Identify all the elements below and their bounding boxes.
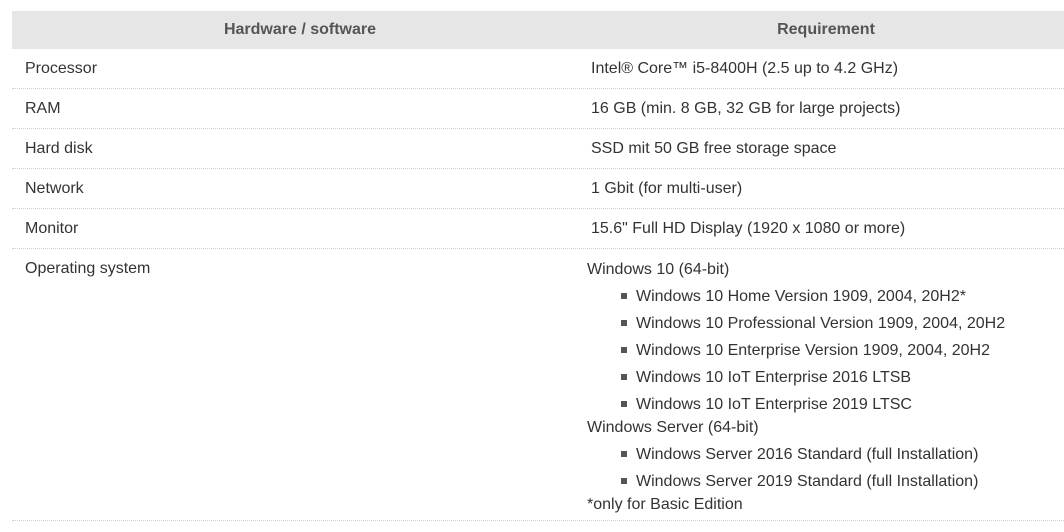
list-item: Windows 10 IoT Enterprise 2016 LTSB [621,364,1064,391]
square-bullet-icon [621,401,627,407]
row-label: Hard disk [25,139,93,157]
list-item: Windows Server 2019 Standard (full Insta… [621,468,1064,495]
list-item: Windows 10 Enterprise Version 1909, 2004… [621,337,1064,364]
square-bullet-icon [621,374,627,380]
header-requirement: Requirement [777,21,875,38]
os-requirements: Windows 10 (64-bit) Windows 10 Home Vers… [587,249,1064,520]
list-item-text: Windows Server 2016 Standard (full Insta… [636,446,979,463]
windows-server-list: Windows Server 2016 Standard (full Insta… [587,441,1064,495]
row-value: Intel® Core™ i5-8400H (2.5 up to 4.2 GHz… [591,59,899,77]
footnote: *only for Basic Edition [587,496,743,513]
header-hardware-software: Hardware / software [223,21,377,38]
square-bullet-icon [621,347,627,353]
list-item-text: Windows 10 Enterprise Version 1909, 2004… [636,342,990,359]
requirements-table: Hardware / software Requirement Processo… [12,11,1064,521]
square-bullet-icon [621,320,627,326]
table-row-network: Network 1 Gbit (for multi-user) [12,169,1064,209]
list-item: Windows Server 2016 Standard (full Insta… [621,441,1064,468]
table-row-hard-disk: Hard disk SSD mit 50 GB free storage spa… [12,129,1064,169]
table-header: Hardware / software Requirement [12,11,1064,49]
list-item-text: Windows 10 Professional Version 1909, 20… [636,315,1006,332]
row-label: Processor [25,59,98,77]
list-item-text: Windows 10 IoT Enterprise 2016 LTSB [636,369,912,386]
square-bullet-icon [621,451,627,457]
row-value: 16 GB (min. 8 GB, 32 GB for large projec… [591,99,901,117]
row-label: RAM [25,99,61,117]
list-item-text: Windows 10 Home Version 1909, 2004, 20H2… [636,288,966,305]
table-row-operating-system: Operating system Windows 10 (64-bit) Win… [12,249,1064,521]
list-item-text: Windows 10 IoT Enterprise 2019 LTSC [636,396,912,413]
row-value: 15.6" Full HD Display (1920 x 1080 or mo… [591,219,906,237]
row-label: Operating system [25,260,151,277]
list-item: Windows 10 Professional Version 1909, 20… [621,310,1064,337]
windows10-list: Windows 10 Home Version 1909, 2004, 20H2… [587,283,1064,418]
table-row-monitor: Monitor 15.6" Full HD Display (1920 x 10… [12,209,1064,249]
row-label: Network [25,179,84,197]
list-item: Windows 10 Home Version 1909, 2004, 20H2… [621,283,1064,310]
table-row-ram: RAM 16 GB (min. 8 GB, 32 GB for large pr… [12,89,1064,129]
square-bullet-icon [621,293,627,299]
table-row-processor: Processor Intel® Core™ i5-8400H (2.5 up … [12,49,1064,89]
row-label: Monitor [25,219,79,237]
list-item: Windows 10 IoT Enterprise 2019 LTSC [621,391,1064,418]
list-item-text: Windows Server 2019 Standard (full Insta… [636,473,979,490]
windows10-title: Windows 10 (64-bit) [587,261,730,278]
row-value: SSD mit 50 GB free storage space [591,139,837,157]
row-value: 1 Gbit (for multi-user) [591,179,743,197]
square-bullet-icon [621,478,627,484]
windows-server-title: Windows Server (64-bit) [587,419,759,436]
